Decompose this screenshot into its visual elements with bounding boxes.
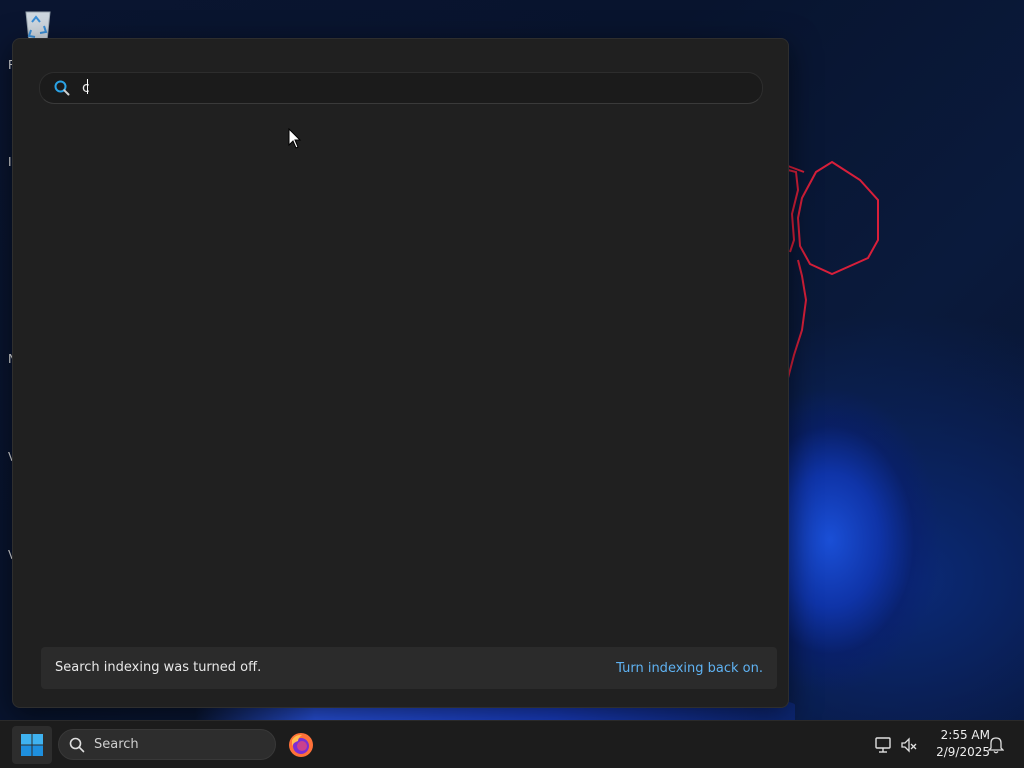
search-box[interactable]: c bbox=[39, 72, 763, 104]
search-icon bbox=[69, 737, 85, 753]
windows-logo-icon bbox=[21, 734, 43, 756]
turn-indexing-on-link[interactable]: Turn indexing back on. bbox=[616, 661, 763, 676]
volume-muted-icon[interactable] bbox=[900, 736, 918, 754]
start-button[interactable] bbox=[12, 726, 52, 764]
clock-time: 2:55 AM bbox=[940, 728, 990, 742]
search-icon bbox=[54, 80, 70, 96]
firefox-icon[interactable] bbox=[288, 732, 314, 758]
search-query[interactable]: c bbox=[82, 79, 90, 97]
mouse-pointer-icon bbox=[288, 128, 302, 149]
text-caret bbox=[86, 79, 88, 94]
system-clock[interactable]: 2:55 AM 2/9/2025 bbox=[924, 727, 990, 761]
taskbar-search-label: Search bbox=[94, 737, 139, 752]
indexing-message: Search indexing was turned off. bbox=[55, 660, 262, 675]
red-doodle bbox=[787, 160, 879, 379]
desktop-label-fragment: I bbox=[8, 155, 12, 169]
network-icon[interactable] bbox=[874, 736, 892, 754]
notification-bell-icon[interactable] bbox=[988, 736, 1004, 754]
taskbar: Search 2:55 AM 2/9/2025 bbox=[0, 720, 1024, 768]
taskbar-search-box[interactable]: Search bbox=[58, 729, 276, 760]
search-panel: c Search indexing was turned off. Turn i… bbox=[12, 38, 789, 708]
clock-date: 2/9/2025 bbox=[936, 745, 990, 759]
indexing-banner: Search indexing was turned off. Turn ind… bbox=[41, 647, 777, 689]
recycle-bin-icon[interactable] bbox=[20, 8, 56, 42]
